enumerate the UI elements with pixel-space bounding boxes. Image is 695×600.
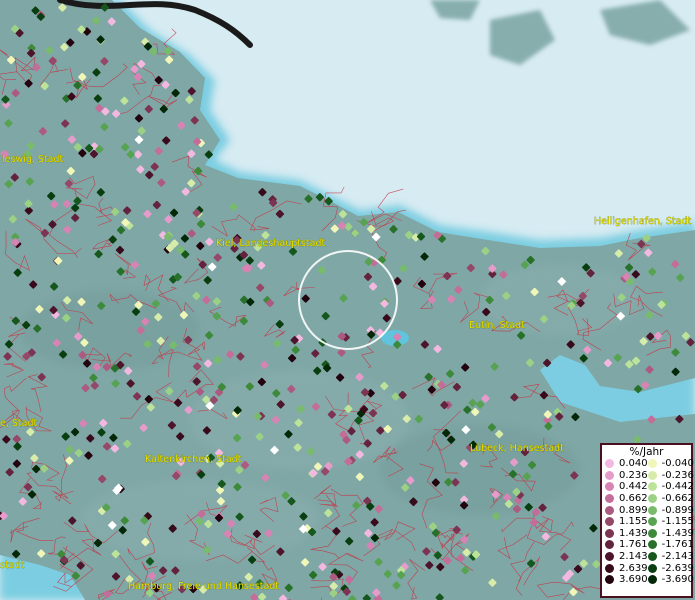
- legend: %/Jahr 0.040 0.236 0.442 0.662 0.899 1.155 1.4…: [600, 443, 694, 598]
- legend-value: 0.236: [619, 469, 648, 481]
- legend-negative-column: -0.040 -0.236 -0.442 -0.662 -0.899 -1.155 -1.4…: [647, 458, 694, 586]
- legend-row: 1.761: [605, 539, 648, 551]
- legend-value: 2.639: [619, 562, 648, 574]
- legend-swatch: [647, 540, 657, 550]
- legend-value: -1.155: [661, 516, 694, 528]
- legend-value: -1.439: [661, 527, 694, 539]
- legend-swatch: [647, 505, 657, 515]
- legend-row: 1.155: [605, 516, 648, 528]
- legend-value: -2.143: [661, 551, 694, 563]
- legend-value: 3.690: [619, 574, 648, 586]
- legend-value: -3.690: [661, 574, 694, 586]
- legend-row: -0.236: [647, 469, 694, 482]
- legend-row: -0.040: [647, 458, 694, 470]
- legend-value: -0.040: [661, 458, 694, 470]
- legend-swatch: [647, 552, 657, 562]
- legend-swatch: [647, 575, 657, 585]
- legend-value: 0.442: [619, 481, 648, 493]
- legend-row: 2.639: [605, 562, 648, 574]
- legend-row: -1.155: [647, 516, 694, 528]
- legend-swatch: [605, 470, 614, 480]
- legend-value: 1.439: [619, 527, 648, 539]
- legend-row: -1.439: [647, 527, 694, 540]
- city-label-heide: e, Stadt: [0, 418, 37, 429]
- legend-value: 1.761: [619, 539, 648, 551]
- legend-row: -3.690: [647, 574, 694, 586]
- legend-row: 0.442: [605, 481, 648, 493]
- legend-swatch: [605, 563, 614, 573]
- legend-swatch: [647, 459, 657, 469]
- city-label-heiligenhafen: Heiligenhafen, Stadt: [594, 216, 692, 227]
- legend-swatch: [605, 552, 614, 562]
- legend-swatch: [605, 459, 614, 469]
- legend-swatch: [605, 517, 614, 527]
- legend-row: -0.662: [647, 493, 694, 505]
- legend-row: -2.143: [647, 551, 694, 563]
- city-label-eutin: Eutin, Stadt: [469, 320, 525, 331]
- legend-row: 0.236: [605, 470, 648, 482]
- legend-row: 0.040: [605, 458, 648, 470]
- legend-swatch: [647, 494, 657, 504]
- legend-value: 0.040: [619, 458, 648, 470]
- legend-value: -1.761: [661, 539, 694, 551]
- legend-swatch: [605, 505, 614, 515]
- legend-title: %/Jahr: [629, 446, 664, 458]
- legend-value: 1.155: [619, 516, 648, 528]
- legend-row: -0.442: [647, 481, 694, 493]
- city-label-schleswig: leswig, Stadt: [2, 154, 64, 165]
- legend-value: 0.662: [619, 493, 648, 505]
- legend-swatch: [647, 470, 657, 480]
- legend-swatch: [647, 563, 657, 573]
- legend-value: -2.639: [661, 562, 694, 574]
- legend-value: -0.662: [661, 493, 694, 505]
- city-label-luebeck: Lübeck, Hansestadt: [470, 443, 564, 454]
- legend-positive-column: 0.040 0.236 0.442 0.662 0.899 1.155 1.439 1.761…: [605, 458, 648, 586]
- legend-row: -1.761: [647, 539, 694, 551]
- legend-swatch: [647, 517, 657, 527]
- city-label-stade: stadt: [0, 560, 25, 571]
- legend-swatch: [605, 494, 614, 504]
- legend-row: 2.143: [605, 551, 648, 563]
- legend-swatch: [647, 482, 657, 492]
- legend-row: 3.690: [605, 574, 648, 586]
- legend-swatch: [647, 528, 657, 538]
- legend-swatch: [605, 575, 614, 585]
- legend-row: -0.899: [647, 504, 694, 516]
- legend-row: -2.639: [647, 562, 694, 574]
- legend-swatch: [605, 482, 614, 492]
- legend-swatch: [605, 528, 614, 538]
- legend-row: 1.439: [605, 528, 648, 540]
- legend-row: 0.662: [605, 493, 648, 505]
- legend-value: -0.442: [661, 481, 694, 493]
- legend-value: -0.236: [661, 469, 694, 481]
- legend-value: 0.899: [619, 504, 648, 516]
- city-label-kaltenkirchen: Kaltenkirchen, Stadt: [145, 454, 242, 465]
- legend-value: 2.143: [619, 551, 648, 563]
- city-label-hamburg: Hamburg, Freie und Hansestadt: [128, 581, 279, 592]
- legend-value: -0.899: [661, 504, 694, 516]
- legend-row: 0.899: [605, 504, 648, 516]
- map-canvas[interactable]: leswig, Stadt Kiel, Landeshauptstadt Hei…: [0, 0, 695, 600]
- city-label-kiel: Kiel, Landeshauptstadt: [216, 238, 325, 249]
- legend-swatch: [605, 540, 614, 550]
